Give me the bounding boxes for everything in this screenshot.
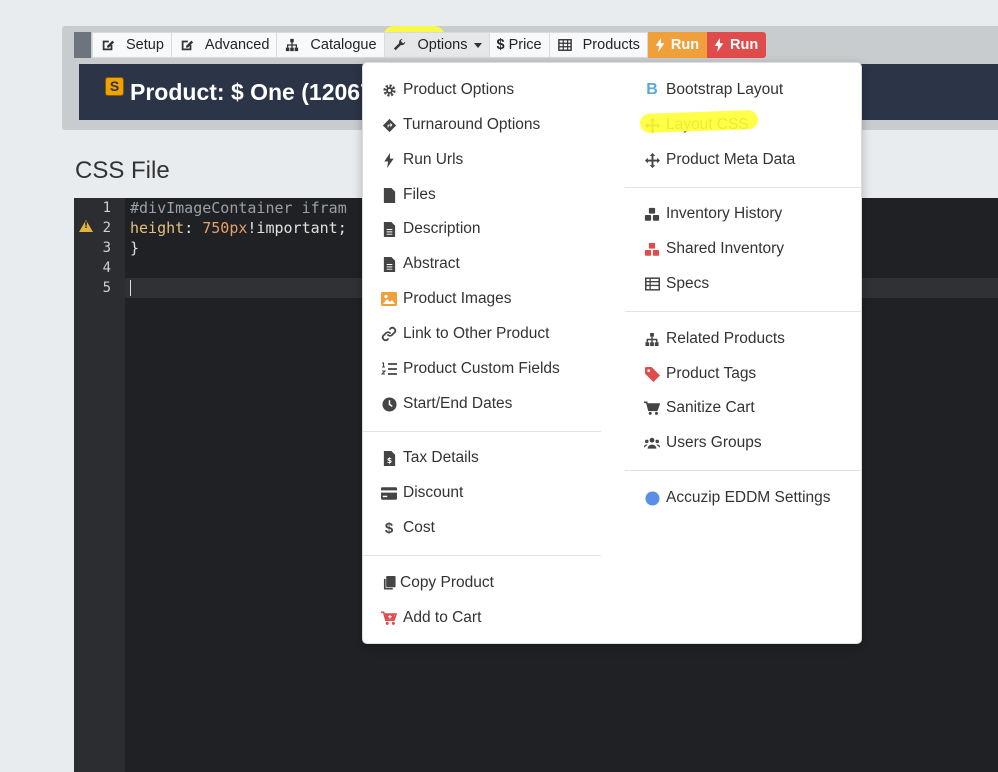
line-number: 3 [102, 240, 111, 256]
code-line-1: #divImageContainer ifram [130, 199, 347, 217]
credit-card-icon [381, 485, 397, 501]
bolt-icon [655, 37, 665, 53]
menu-item-run-urls[interactable]: Run Urls [381, 148, 463, 172]
page-title: Product: $ One (12067 [130, 78, 373, 105]
copy-icon [381, 575, 397, 591]
menu-item-accuzip-eddm-settings[interactable]: Accuzip EDDM Settings [644, 486, 831, 510]
wrench-icon [392, 37, 408, 53]
cart-icon [644, 400, 660, 416]
dollar-icon: $ [496, 37, 505, 53]
menu-item-inventory-history[interactable]: Inventory History [644, 202, 782, 226]
menu-item-shared-inventory[interactable]: Shared Inventory [644, 237, 784, 261]
menu-item-start-end-dates[interactable]: Start/End Dates [381, 392, 512, 416]
menu-item-tax-details[interactable]: $ Tax Details [381, 446, 479, 470]
edit-icon [100, 37, 116, 53]
code-line-2: height: 750px!important; [130, 219, 347, 237]
menu-item-turnaround-options[interactable]: Turnaround Options [381, 113, 540, 137]
sitemap-icon [284, 37, 300, 53]
editor-gutter: 1 2 3 4 5 [74, 198, 125, 772]
run-label-orange: Run [670, 37, 700, 53]
menu-item-copy-product[interactable]: Copy Product [381, 571, 494, 595]
edit-icon [179, 37, 195, 53]
code-line-3: } [130, 239, 140, 257]
line-number: 5 [102, 280, 111, 296]
products-label: Products [582, 37, 640, 53]
menu-divider [363, 431, 601, 432]
catalogue-label: Catalogue [310, 37, 377, 53]
cart-plus-icon [381, 610, 397, 626]
image-icon [381, 291, 397, 307]
menu-item-product-custom-fields[interactable]: Product Custom Fields [381, 357, 560, 381]
cubes-icon [644, 206, 660, 222]
menu-item-discount[interactable]: Discount [381, 481, 463, 505]
circle-icon [644, 490, 660, 506]
options-dropdown-button[interactable]: Options [384, 32, 490, 58]
menu-item-abstract[interactable]: Abstract [381, 252, 460, 276]
menu-divider [625, 311, 862, 312]
menu-item-product-meta-data[interactable]: Product Meta Data [644, 148, 795, 172]
svg-text:$: $ [386, 456, 391, 465]
options-label: Options [417, 37, 468, 53]
menu-item-product-images[interactable]: Product Images [381, 287, 512, 311]
catalogue-button[interactable]: Catalogue [277, 32, 385, 58]
table-icon [644, 276, 660, 292]
run-label-red: Run [730, 37, 759, 53]
main-toolbar: Setup Advanced Catalogue Options $ Price… [92, 32, 767, 58]
advanced-label: Advanced [204, 37, 270, 53]
tag-icon [644, 366, 660, 382]
menu-item-link-to-other-product[interactable]: Link to Other Product [381, 322, 549, 346]
clock-icon [381, 396, 397, 412]
line-number: 2 [74, 218, 125, 238]
directions-icon [381, 117, 397, 133]
options-dropdown-menu: Product Options Turnaround Options Run U… [362, 62, 862, 644]
table-icon [557, 37, 573, 53]
menu-divider [363, 555, 601, 556]
file-text-icon [381, 221, 397, 237]
panel-grip [74, 32, 91, 58]
users-icon [644, 435, 660, 451]
dollar-icon: $ [384, 519, 394, 537]
link-icon [381, 326, 397, 342]
menu-item-bootstrap-layout[interactable]: B Bootstrap Layout [644, 78, 783, 102]
cubes-icon [644, 241, 660, 257]
menu-item-product-tags[interactable]: Product Tags [644, 362, 756, 386]
file-invoice-dollar-icon: $ [381, 450, 397, 466]
menu-item-files[interactable]: Files [381, 183, 436, 207]
menu-item-add-to-cart[interactable]: Add to Cart [381, 606, 481, 630]
price-label: Price [508, 37, 542, 53]
advanced-button[interactable]: Advanced [171, 32, 278, 58]
run-button-red[interactable]: Run [707, 32, 767, 58]
menu-item-description[interactable]: Description [381, 217, 481, 241]
menu-item-users-groups[interactable]: Users Groups [644, 431, 762, 455]
menu-divider [625, 187, 862, 188]
menu-item-related-products[interactable]: Related Products [644, 327, 785, 351]
move-arrows-icon [644, 152, 660, 168]
line-number: 4 [102, 260, 111, 276]
menu-item-cost[interactable]: $ Cost [381, 516, 435, 540]
menu-divider [625, 470, 862, 471]
file-icon [381, 187, 397, 203]
setup-label: Setup [126, 37, 164, 53]
sitemap-icon [644, 331, 660, 347]
bolt-icon [714, 37, 724, 53]
menu-item-specs[interactable]: Specs [644, 272, 709, 296]
products-button[interactable]: Products [549, 32, 648, 58]
bootstrap-icon: B [646, 81, 658, 98]
line-number: 1 [102, 200, 111, 216]
run-button-orange[interactable]: Run [647, 32, 708, 58]
menu-item-product-options[interactable]: Product Options [381, 78, 514, 102]
bolt-icon [381, 152, 397, 168]
gear-icon [381, 82, 397, 98]
warning-icon [79, 220, 93, 232]
product-badge-icon: S [105, 76, 124, 96]
file-text-icon [381, 256, 397, 272]
price-button[interactable]: $ Price [489, 32, 550, 58]
chevron-down-icon [473, 42, 482, 48]
css-file-heading: CSS File [75, 157, 170, 184]
text-cursor [130, 280, 131, 296]
setup-button[interactable]: Setup [92, 32, 172, 58]
menu-item-sanitize-cart[interactable]: Sanitize Cart [644, 396, 755, 420]
list-ol-icon [381, 361, 397, 377]
